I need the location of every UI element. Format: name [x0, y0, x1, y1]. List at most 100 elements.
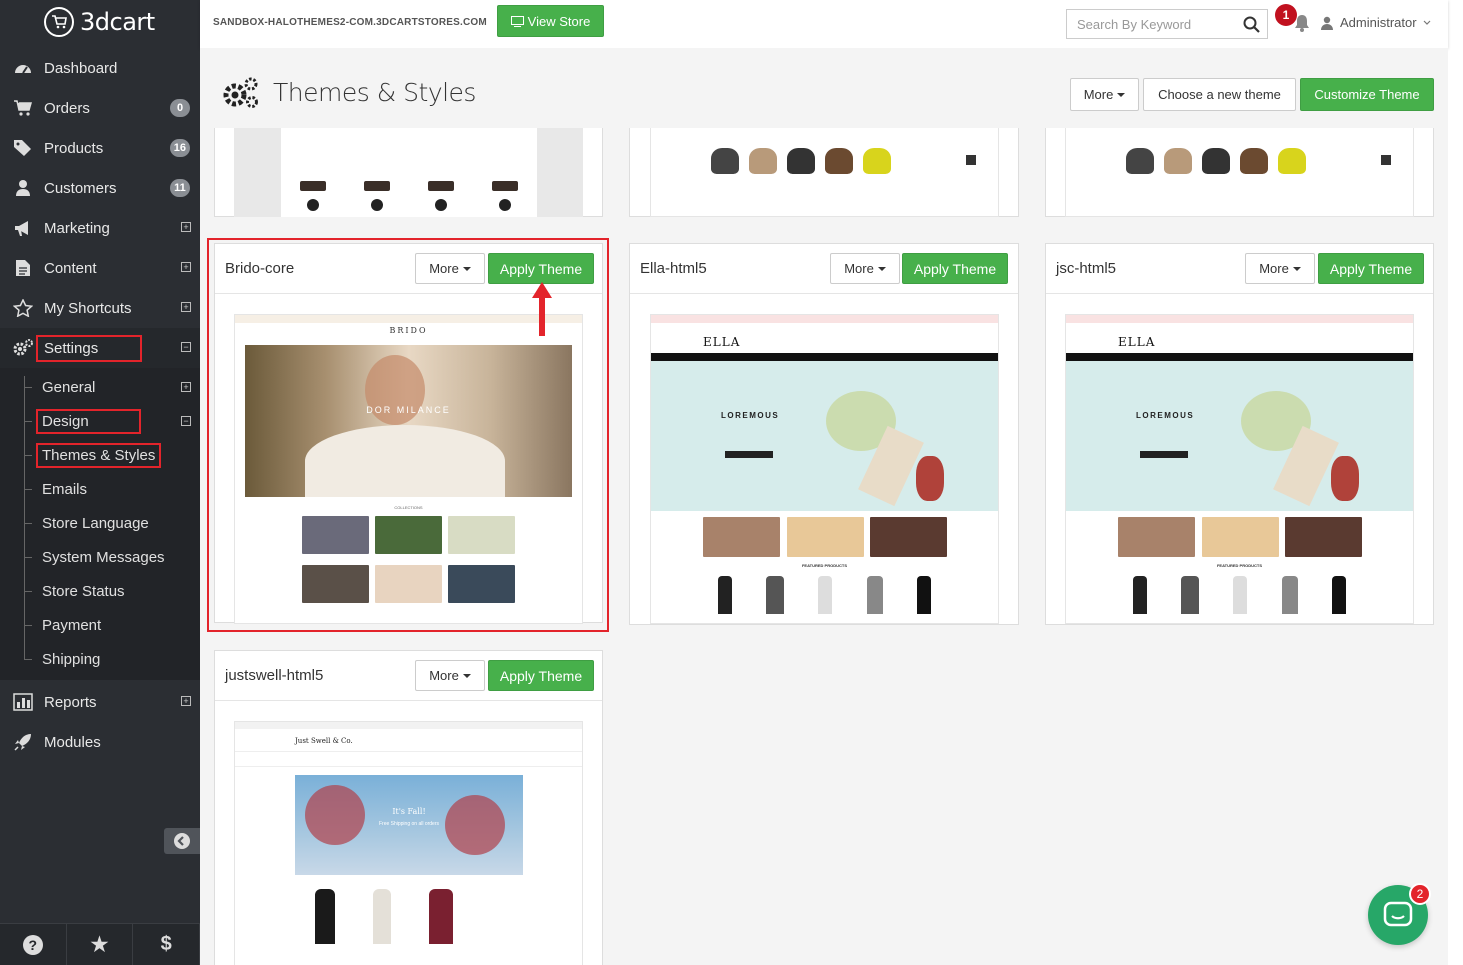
- sidebar-item-label: Orders: [44, 99, 90, 117]
- store-url: SANDBOX-HALOTHEMES2-COM.3DCARTSTORES.COM: [213, 17, 487, 28]
- chat-icon: [1383, 901, 1413, 927]
- theme-card-header: jsc-html5 More Apply Theme: [1046, 244, 1433, 294]
- sidebar-subitem-store-language[interactable]: Store Language: [0, 506, 200, 540]
- chat-badge: 2: [1409, 883, 1431, 905]
- theme-more-button[interactable]: More: [415, 660, 485, 691]
- page-header: Themes & Styles More Choose a new theme …: [200, 48, 1448, 128]
- customize-theme-button[interactable]: Customize Theme: [1300, 78, 1434, 111]
- sidebar-subitem-payment[interactable]: Payment: [0, 608, 200, 642]
- sidebar-item-modules[interactable]: Modules: [0, 722, 200, 762]
- sidebar-item-shortcuts[interactable]: My Shortcuts +: [0, 288, 200, 328]
- theme-card-partial: [629, 128, 1019, 217]
- top-bar: SANDBOX-HALOTHEMES2-COM.3DCARTSTORES.COM…: [200, 0, 1448, 48]
- sidebar-item-label: Content: [44, 259, 97, 277]
- brand-name: 3dcart: [80, 8, 155, 36]
- billing-button[interactable]: $: [133, 924, 201, 965]
- sidebar-item-label: My Shortcuts: [44, 299, 132, 317]
- preview-hero-subtext: Free Shipping on all orders: [378, 821, 440, 827]
- count-badge: 16: [169, 139, 190, 157]
- theme-card: Ella-html5 More Apply Theme ELLA LOREMOU…: [629, 243, 1019, 625]
- theme-more-button[interactable]: More: [830, 253, 900, 284]
- page-title: Themes & Styles: [273, 78, 476, 107]
- sidebar-item-label: Marketing: [44, 219, 110, 237]
- expand-icon[interactable]: +: [181, 302, 191, 312]
- preview-hero-text: LOREMOUS: [1136, 411, 1195, 420]
- theme-preview: Just Swell & Co. It's Fall! Free Shippin…: [234, 721, 583, 965]
- search-icon: [1243, 16, 1260, 33]
- theme-name: jsc-html5: [1056, 260, 1117, 277]
- theme-preview: ELLA LOREMOUS FEATURED PRODUCTS: [650, 314, 999, 624]
- apply-theme-button[interactable]: Apply Theme: [902, 253, 1008, 284]
- count-badge: 11: [170, 179, 190, 197]
- help-button[interactable]: ?: [0, 924, 67, 965]
- monitor-icon: [510, 15, 524, 27]
- dashboard-icon: [12, 57, 34, 79]
- sidebar-item-marketing[interactable]: Marketing +: [0, 208, 200, 248]
- expand-icon[interactable]: +: [181, 262, 191, 272]
- preview-brand: ELLA: [1118, 335, 1156, 349]
- sidebar-footer: ? ★ $: [0, 923, 201, 965]
- theme-name: justswell-html5: [225, 667, 324, 684]
- caret-down-icon: [1292, 266, 1301, 271]
- sidebar-item-label: Settings: [35, 334, 143, 362]
- theme-card-header: justswell-html5 More Apply Theme: [215, 651, 602, 701]
- collapse-icon[interactable]: −: [181, 416, 191, 426]
- apply-theme-button[interactable]: Apply Theme: [488, 660, 594, 691]
- more-dropdown-button[interactable]: More: [1070, 78, 1139, 111]
- sidebar-item-orders[interactable]: Orders 0: [0, 88, 200, 128]
- preview-category-tiles: [1066, 511, 1413, 563]
- theme-card: justswell-html5 More Apply Theme Just Sw…: [214, 650, 603, 965]
- preview-brand: Just Swell & Co.: [295, 737, 353, 745]
- bell-icon[interactable]: [1294, 14, 1310, 32]
- preview-brand: ELLA: [703, 335, 741, 349]
- cart-logo-icon: [44, 7, 74, 37]
- sidebar-item-settings[interactable]: Settings −: [0, 328, 200, 368]
- user-menu[interactable]: Administrator: [1320, 15, 1431, 30]
- sidebar-subitem-design[interactable]: Design −: [0, 404, 200, 438]
- expand-icon[interactable]: +: [181, 382, 191, 392]
- preview-product-row: [235, 875, 582, 944]
- sidebar-item-dashboard[interactable]: Dashboard: [0, 48, 200, 88]
- preview-hero-image: It's Fall! Free Shipping on all orders: [295, 775, 523, 875]
- sidebar-item-label: Customers: [44, 179, 117, 197]
- sidebar-subitem-system-messages[interactable]: System Messages: [0, 540, 200, 574]
- preview-hero-text: It's Fall!: [392, 807, 426, 816]
- search-input[interactable]: Search By Keyword: [1066, 9, 1268, 39]
- brand-logo[interactable]: 3dcart: [0, 0, 200, 44]
- star-icon: [12, 297, 34, 319]
- rocket-icon: [12, 731, 34, 753]
- preview-hero-image: LOREMOUS: [651, 361, 998, 511]
- expand-icon[interactable]: +: [181, 222, 191, 232]
- sidebar-item-label: Products: [44, 139, 104, 157]
- favorites-button[interactable]: ★: [67, 924, 134, 965]
- theme-card-partial: [1045, 128, 1434, 217]
- sidebar-item-products[interactable]: Products 16: [0, 128, 200, 168]
- collapse-icon[interactable]: −: [181, 342, 191, 352]
- sidebar-subitem-store-status[interactable]: Store Status: [0, 574, 200, 608]
- caret-down-icon: [1117, 92, 1126, 97]
- sidebar: 3dcart Dashboard Orders 0 Products 16 Cu…: [0, 0, 201, 965]
- apply-theme-button[interactable]: Apply Theme: [1318, 253, 1424, 284]
- arrow-up-icon: [532, 282, 552, 336]
- theme-card-header: Ella-html5 More Apply Theme: [630, 244, 1018, 294]
- preview-product-row: [1066, 568, 1413, 614]
- sidebar-item-content[interactable]: Content +: [0, 248, 200, 288]
- choose-new-theme-button[interactable]: Choose a new theme: [1143, 78, 1296, 111]
- sidebar-item-label: Reports: [44, 693, 97, 711]
- theme-more-button[interactable]: More: [1245, 253, 1315, 284]
- dollar-icon: $: [160, 933, 172, 955]
- sidebar-subitem-themes-styles[interactable]: Themes & Styles: [0, 438, 200, 472]
- sidebar-subitem-shipping[interactable]: Shipping: [0, 642, 200, 676]
- view-store-button[interactable]: View Store: [497, 5, 604, 37]
- document-icon: [12, 257, 34, 279]
- sidebar-subitem-emails[interactable]: Emails: [0, 472, 200, 506]
- sidebar-item-reports[interactable]: Reports +: [0, 682, 200, 722]
- tag-icon: [12, 137, 34, 159]
- sidebar-subitem-general[interactable]: General +: [0, 370, 200, 404]
- user-icon: [12, 177, 34, 199]
- expand-icon[interactable]: +: [181, 696, 191, 706]
- theme-card-partial: [214, 128, 603, 217]
- sidebar-item-customers[interactable]: Customers 11: [0, 168, 200, 208]
- collapse-sidebar-button[interactable]: [164, 828, 200, 854]
- megaphone-icon: [12, 217, 34, 239]
